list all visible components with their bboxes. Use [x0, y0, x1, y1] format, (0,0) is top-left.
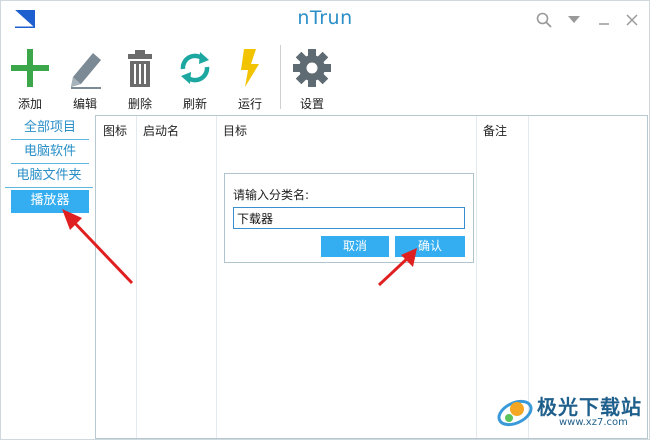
minimize-button[interactable]	[593, 9, 615, 31]
category-item-software[interactable]: 电脑软件	[11, 141, 89, 164]
column-name: 启动名	[137, 116, 217, 438]
category-item-folders[interactable]: 电脑文件夹	[5, 165, 93, 188]
category-item-all[interactable]: 全部项目	[11, 117, 89, 140]
close-button[interactable]	[621, 9, 643, 31]
dialog-prompt: 请输入分类名:	[233, 188, 310, 202]
edit-label: 编辑	[72, 97, 97, 111]
column-header-icon[interactable]: 图标	[103, 122, 127, 139]
refresh-icon	[180, 52, 210, 84]
edit-button[interactable]: 编辑	[62, 47, 108, 113]
title-bar: nTrun	[1, 1, 649, 39]
minimize-icon	[599, 23, 609, 25]
delete-label: 删除	[127, 97, 152, 111]
watermark-logo-icon	[497, 399, 533, 427]
search-button[interactable]	[533, 9, 555, 31]
column-icon: 图标	[96, 116, 137, 438]
lightning-icon	[241, 49, 259, 87]
category-name-input[interactable]	[233, 207, 465, 229]
run-label: 运行	[237, 97, 262, 111]
site-watermark: 极光下载站 www.xz7.com	[493, 389, 643, 433]
column-target: 目标	[217, 116, 477, 438]
plus-icon	[11, 49, 49, 87]
run-button[interactable]: 运行	[227, 47, 273, 113]
refresh-label: 刷新	[182, 97, 207, 111]
settings-button[interactable]: 设置	[289, 47, 335, 113]
column-header-name[interactable]: 启动名	[143, 122, 179, 139]
refresh-button[interactable]: 刷新	[172, 47, 218, 113]
watermark-text: 极光下载站	[537, 395, 642, 419]
column-header-note[interactable]: 备注	[483, 122, 507, 139]
category-item-player[interactable]: 播放器	[11, 190, 89, 213]
column-header-target[interactable]: 目标	[223, 122, 247, 139]
toolbar-divider	[280, 45, 281, 109]
cancel-button[interactable]: 取消	[321, 236, 389, 257]
toolbar: 添加 编辑 删除 刷新 运行 设置	[1, 41, 649, 113]
pencil-icon	[71, 53, 101, 89]
watermark-url: www.xz7.com	[559, 417, 628, 428]
search-icon	[536, 12, 552, 28]
delete-button[interactable]: 删除	[117, 47, 163, 113]
add-button[interactable]: 添加	[7, 47, 53, 113]
category-sidebar: 全部项目 电脑软件 电脑文件夹 播放器	[1, 115, 95, 439]
add-label: 添加	[17, 97, 42, 111]
trash-icon	[128, 50, 152, 87]
settings-label: 设置	[299, 97, 324, 111]
confirm-button[interactable]: 确认	[395, 236, 465, 257]
menu-dropdown-button[interactable]	[563, 9, 585, 31]
gear-icon	[293, 49, 331, 87]
close-icon	[626, 14, 638, 26]
category-name-dialog: 请输入分类名: 取消 确认	[224, 173, 474, 263]
chevron-down-icon	[568, 16, 580, 23]
app-window: nTrun 添加 编辑 删除 刷新 运行 设置 全部项目 电脑软件 电脑文件夹 …	[0, 0, 650, 440]
